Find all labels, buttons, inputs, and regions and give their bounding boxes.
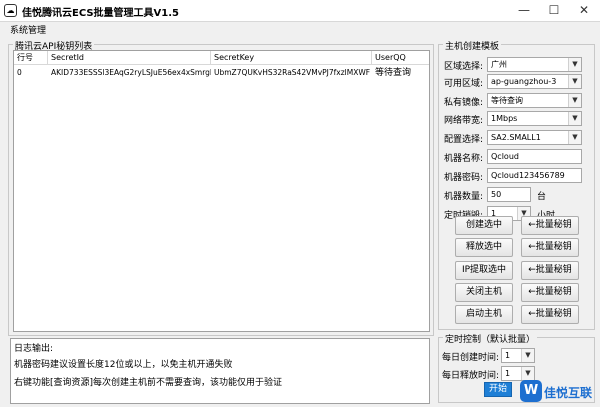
logo-icon: W (520, 380, 542, 402)
col-header-userqq[interactable]: UserQQ (372, 51, 429, 65)
cell-userqq: 等待查询 (375, 68, 412, 78)
log-line: 机器密码建议设置长度12位或以上，以免主机开通失败 (14, 360, 233, 370)
count-input[interactable]: 50 (487, 187, 531, 202)
shutdown-button[interactable]: 关闭主机 (455, 283, 513, 302)
batch-key-button-3[interactable]: ←批量秘钥 (521, 261, 579, 280)
start-button[interactable]: 启动主机 (455, 305, 513, 324)
close-button[interactable]: ✕ (570, 0, 598, 20)
password-label: 机器密码: (444, 173, 484, 183)
create-time-select[interactable]: 1 ▼ (501, 348, 535, 363)
log-title: 日志输出: (14, 344, 54, 354)
window-title: 佳悦腾讯云ECS批量管理工具V1.5 (22, 8, 180, 19)
count-label: 机器数量: (444, 192, 484, 202)
table-header: 行号 SecretId SecretKey UserQQ (14, 51, 429, 65)
log-line: 右键功能[查询资源]每次创建主机前不需要查询，该功能仅用于验证 (14, 378, 283, 388)
log-output[interactable]: 日志输出: 机器密码建议设置长度12位或以上，以免主机开通失败 右键功能[查询资… (10, 338, 430, 404)
maximize-button[interactable]: ☐ (540, 0, 568, 20)
config-value: SA2.SMALL1 (491, 133, 541, 142)
image-value: 等待查询 (491, 96, 523, 105)
bandwidth-select[interactable]: 1Mbps ▼ (487, 111, 582, 126)
col-header-secretkey[interactable]: SecretKey (211, 51, 372, 65)
batch-key-button-1[interactable]: ←批量秘钥 (521, 216, 579, 235)
cell-secretid: AKID733ESSSl3EAqG2ryLSJuE56ex4xSmrgH (51, 68, 211, 77)
zone-select[interactable]: ap-guangzhou-3 ▼ (487, 74, 582, 89)
password-input[interactable]: Qcloud123456789 (487, 168, 582, 183)
chevron-down-icon: ▼ (568, 112, 581, 125)
region-select[interactable]: 广州 ▼ (487, 57, 582, 72)
chevron-down-icon: ▼ (568, 131, 581, 144)
cell-row: 0 (17, 68, 22, 77)
menu-system[interactable]: 系统管理 (10, 23, 46, 36)
region-label: 区域选择: (444, 62, 484, 72)
release-time-label: 每日释放时间: (442, 371, 500, 381)
chevron-down-icon: ▼ (568, 75, 581, 88)
watermark-logo: W 佳悦互联 (520, 378, 600, 407)
config-select[interactable]: SA2.SMALL1 ▼ (487, 130, 582, 145)
menu-bar: 系统管理 (0, 22, 600, 36)
name-input[interactable]: Qcloud (487, 149, 582, 164)
batch-key-button-4[interactable]: ←批量秘钥 (521, 283, 579, 302)
logo-text: 佳悦互联 (544, 386, 593, 400)
region-value: 广州 (491, 60, 507, 69)
bandwidth-value: 1Mbps (491, 114, 518, 123)
chevron-down-icon: ▼ (568, 58, 581, 71)
cell-secretkey: UbmZ7QUKvHS32RaS42VMvPJ7fxzlMXWF (214, 68, 371, 77)
create-time-value: 1 (505, 351, 511, 360)
schedule-group-title: 定时控制（默认批量） (443, 332, 538, 345)
keys-table[interactable]: 行号 SecretId SecretKey UserQQ 0 AKID733ES… (13, 50, 430, 332)
cloud-icon: ☁ (4, 4, 17, 17)
name-label: 机器名称: (444, 154, 484, 164)
ip-extract-button[interactable]: IP提取选中 (455, 261, 513, 280)
chevron-down-icon: ▼ (521, 349, 534, 362)
release-selected-button[interactable]: 释放选中 (455, 238, 513, 257)
minimize-button[interactable]: — (510, 0, 538, 20)
zone-value: ap-guangzhou-3 (491, 77, 557, 86)
chevron-down-icon: ▼ (568, 94, 581, 107)
batch-key-button-5[interactable]: ←批量秘钥 (521, 305, 579, 324)
image-select[interactable]: 等待查询 ▼ (487, 93, 582, 108)
create-time-label: 每日创建时间: (442, 353, 500, 363)
zone-label: 可用区域: (444, 79, 484, 89)
bandwidth-label: 网络带宽: (444, 116, 484, 126)
create-selected-button[interactable]: 创建选中 (455, 216, 513, 235)
config-label: 配置选择: (444, 135, 484, 145)
image-label: 私有镜像: (444, 98, 484, 108)
col-header-row[interactable]: 行号 (14, 51, 48, 65)
template-group-title: 主机创建模板 (443, 39, 502, 52)
batch-key-button-2[interactable]: ←批量秘钥 (521, 238, 579, 257)
title-bar: ☁ 佳悦腾讯云ECS批量管理工具V1.5 — ☐ ✕ (0, 0, 600, 22)
count-unit: 台 (537, 192, 547, 202)
col-header-secretid[interactable]: SecretId (48, 51, 211, 65)
start-schedule-button[interactable]: 开始 (484, 382, 512, 397)
release-time-value: 1 (505, 369, 511, 378)
